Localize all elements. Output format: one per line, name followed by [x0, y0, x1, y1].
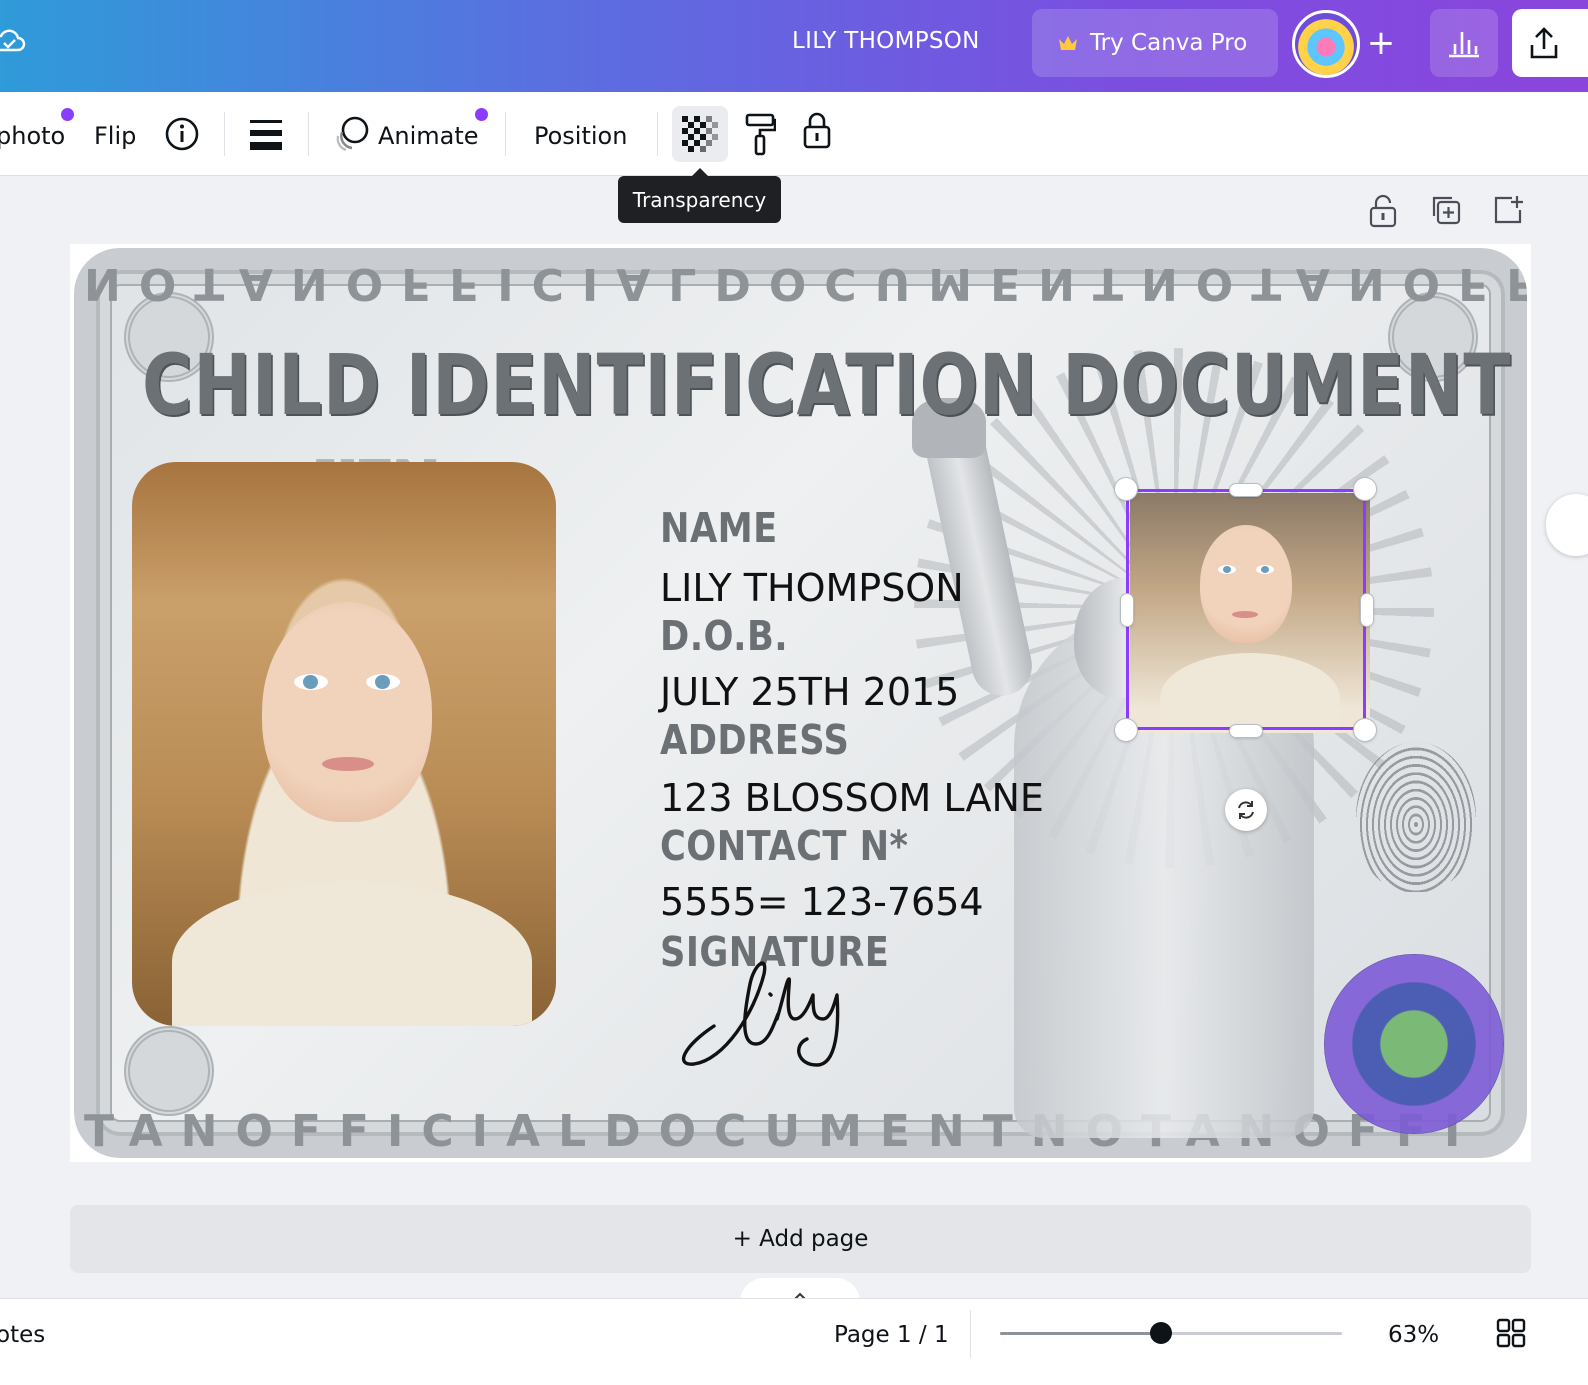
toolbar-divider — [657, 112, 658, 156]
edit-photo-new-dot — [61, 108, 74, 121]
portrait-lips — [322, 757, 374, 771]
edit-photo-button[interactable]: photo — [0, 122, 65, 150]
selection-frame[interactable] — [1126, 489, 1366, 730]
grid-view-icon[interactable] — [1496, 1318, 1526, 1348]
resize-handle-bottom[interactable] — [1230, 725, 1262, 737]
resize-handle-top-right[interactable] — [1354, 478, 1376, 500]
document-heading[interactable]: CHILD IDENTIFICATION DOCUMENT — [142, 336, 1511, 434]
transparency-checker-icon — [682, 116, 718, 152]
resize-handle-top[interactable] — [1230, 484, 1262, 496]
resize-handle-right[interactable] — [1361, 594, 1373, 626]
context-toolbar: photo Flip Animate Position — [0, 92, 1588, 176]
lock-page-icon[interactable] — [1368, 194, 1398, 228]
portrait-eye — [294, 674, 328, 690]
resize-handle-top-left[interactable] — [1115, 478, 1137, 500]
top-header: LILY THOMPSON Try Canva Pro + — [0, 0, 1588, 92]
notes-button[interactable]: otes — [0, 1322, 45, 1348]
rotate-icon — [1238, 801, 1254, 819]
fingerprint-image[interactable] — [1356, 742, 1476, 892]
lock-icon[interactable] — [802, 110, 832, 150]
transparency-button[interactable] — [672, 106, 728, 162]
portrait-face — [262, 602, 432, 822]
bottom-bar — [0, 1298, 1588, 1385]
duplicate-page-icon[interactable] — [1430, 194, 1462, 226]
assistant-side-button[interactable] — [1546, 494, 1588, 556]
address-label[interactable]: ADDRESS — [660, 716, 849, 764]
zoom-percentage[interactable]: 63% — [1388, 1322, 1439, 1348]
share-button[interactable] — [1512, 9, 1588, 77]
add-team-member-button[interactable]: + — [1356, 18, 1406, 68]
contact-value[interactable]: 5555= 123-7654 — [660, 880, 984, 924]
flip-button[interactable]: Flip — [94, 122, 136, 150]
resize-handle-left[interactable] — [1121, 594, 1133, 626]
bottom-divider — [970, 1310, 971, 1358]
dob-value[interactable]: JULY 25TH 2015 — [660, 670, 959, 714]
animate-button[interactable]: Animate — [378, 122, 479, 150]
page-indicator[interactable]: Page 1 / 1 — [834, 1322, 949, 1348]
rotate-handle[interactable] — [1225, 789, 1267, 831]
signature-image[interactable] — [674, 956, 864, 1084]
resize-handle-bottom-left[interactable] — [1115, 719, 1137, 741]
share-upload-icon — [1530, 27, 1558, 59]
name-label[interactable]: NAME — [660, 504, 778, 552]
document-title[interactable]: LILY THOMPSON — [792, 28, 980, 54]
portrait-dress — [172, 882, 532, 1026]
top-security-strip: NOTANOFFICIALDOCUMENTNOTANOFFICIALDOCUME… — [84, 258, 1527, 309]
insights-button[interactable] — [1430, 9, 1498, 77]
name-value[interactable]: LILY THOMPSON — [660, 566, 964, 610]
contact-label[interactable]: CONTACT N* — [660, 822, 908, 870]
toolbar-divider — [224, 112, 225, 156]
dob-label[interactable]: D.O.B. — [660, 612, 788, 660]
corner-seal-bottom-left — [124, 1026, 214, 1116]
zoom-slider[interactable] — [1000, 1322, 1342, 1344]
bar-chart-icon — [1449, 32, 1479, 58]
address-value[interactable]: 123 BLOSSOM LANE — [660, 776, 1044, 820]
toolbar-divider — [308, 112, 309, 156]
cloud-saved-icon[interactable] — [0, 26, 26, 60]
add-page-icon[interactable] — [1492, 194, 1524, 226]
animate-icon[interactable] — [334, 114, 370, 154]
holographic-globe-seal[interactable] — [1324, 954, 1504, 1134]
border-style-icon[interactable] — [248, 118, 284, 150]
portrait-eye — [366, 674, 400, 690]
zoom-slider-fill — [1000, 1332, 1161, 1335]
position-button[interactable]: Position — [534, 122, 627, 150]
crown-icon — [1059, 36, 1077, 50]
transparency-tooltip: Transparency — [618, 168, 781, 223]
team-avatar[interactable] — [1292, 10, 1360, 78]
animate-new-dot — [475, 108, 488, 121]
toolbar-divider — [505, 112, 506, 156]
info-icon[interactable] — [164, 116, 200, 152]
resize-handle-bottom-right[interactable] — [1354, 719, 1376, 741]
zoom-slider-knob[interactable] — [1150, 1322, 1172, 1344]
try-canva-pro-button[interactable]: Try Canva Pro — [1032, 9, 1278, 77]
try-canva-pro-label: Try Canva Pro — [1090, 30, 1248, 56]
child-portrait-photo[interactable] — [132, 462, 556, 1026]
add-page-button[interactable]: + Add page — [70, 1205, 1531, 1273]
paint-roller-icon[interactable] — [744, 112, 776, 156]
